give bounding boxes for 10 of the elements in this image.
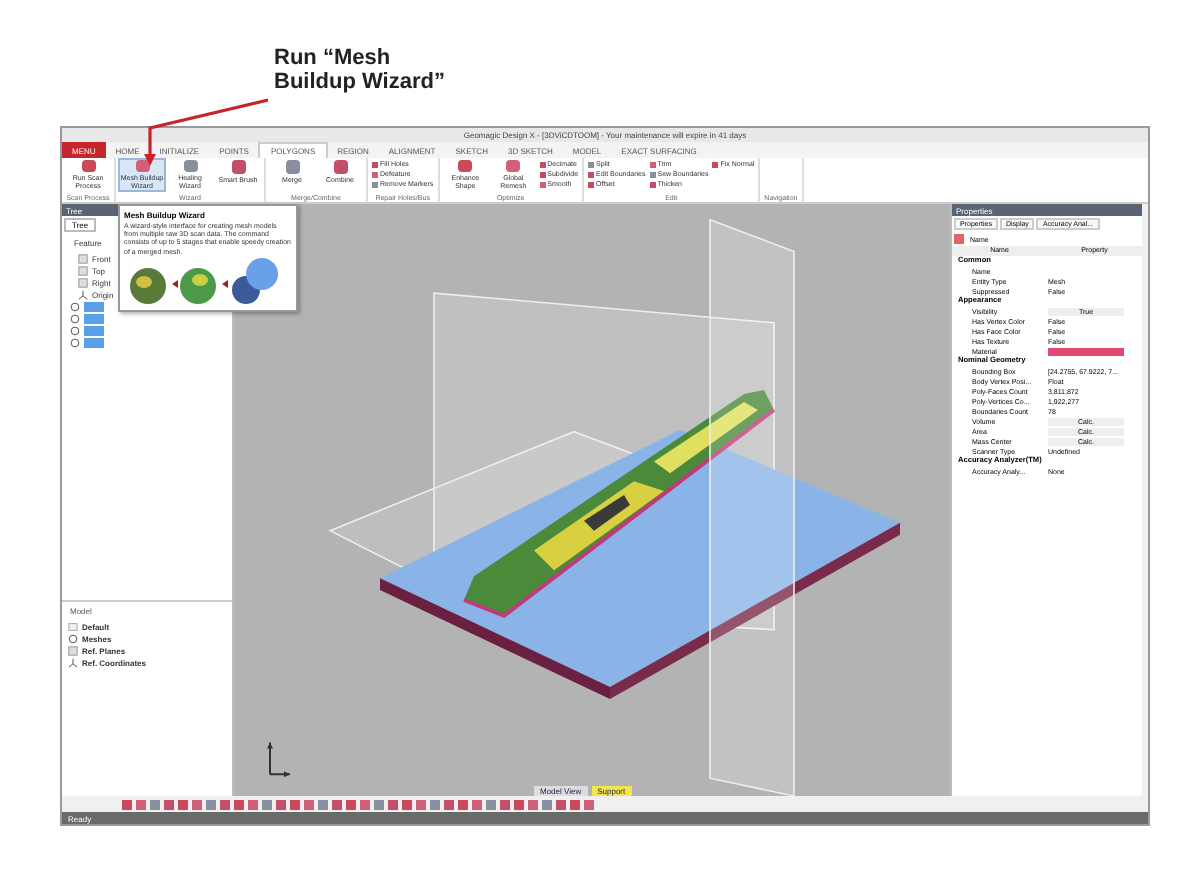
folder-icon (68, 621, 78, 631)
plane-icon (68, 645, 78, 655)
annotation-text: Buildup Wizard” (274, 70, 447, 94)
axes-icon (78, 289, 88, 299)
axes-icon (68, 657, 78, 667)
material-swatch[interactable] (1048, 347, 1124, 355)
annotation-text: Run “Mesh (274, 46, 393, 70)
annotation-arrow (144, 98, 269, 166)
axis-triad-icon (267, 741, 291, 778)
mesh-icon (68, 633, 78, 643)
